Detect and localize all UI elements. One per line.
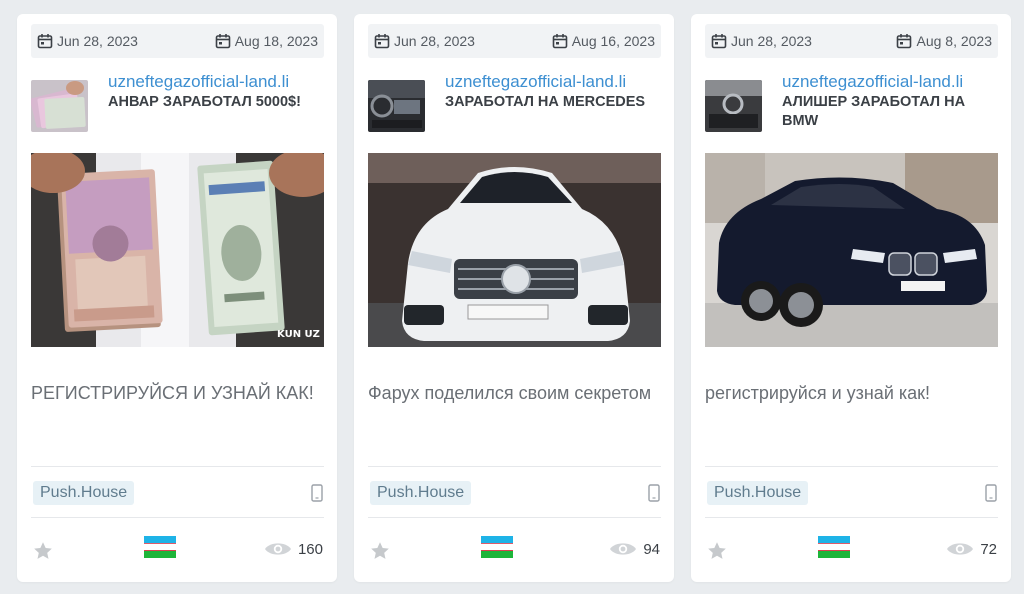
ad-icon-thumbnail [705, 80, 762, 132]
ad-title: АНВАР ЗАРАБОТАЛ 5000$! [108, 94, 301, 110]
divider [368, 466, 661, 467]
eye-icon [947, 543, 974, 555]
views-count: 72 [980, 540, 997, 558]
start-date-text: Jun 28, 2023 [57, 33, 138, 49]
ad-card[interactable]: Jun 28, 2023 Aug 16, 2023 uzneftegazoffi… [354, 14, 674, 582]
calendar-icon [552, 34, 568, 49]
ad-description: регистрируйся и узнай как! [705, 383, 931, 403]
start-date: Jun 28, 2023 [711, 33, 812, 49]
money-image: KUN UZ [31, 153, 324, 347]
calendar-icon [215, 34, 231, 49]
network-badge[interactable]: Push.House [370, 481, 472, 505]
uzbekistan-flag-icon [481, 536, 513, 558]
end-date-text: Aug 18, 2023 [234, 33, 318, 49]
divider [31, 517, 324, 518]
ad-card[interactable]: Jun 28, 2023 Aug 8, 2023 uzneftegazoffic… [691, 14, 1011, 582]
start-date-text: Jun 28, 2023 [731, 33, 812, 49]
end-date: Aug 8, 2023 [896, 33, 992, 49]
ad-description: РЕГИСТРИРУЙСЯ И УЗНАЙ КАК! [31, 383, 314, 403]
ad-domain[interactable]: uzneftegazofficial-land.li [445, 72, 667, 92]
ad-domain[interactable]: uzneftegazofficial-land.li [782, 72, 1004, 92]
mobile-device-icon [985, 484, 997, 502]
star-icon[interactable] [706, 540, 728, 562]
calendar-icon [711, 34, 727, 49]
bmw-image [705, 153, 998, 347]
ad-icon-thumbnail [368, 80, 425, 132]
network-badge[interactable]: Push.House [33, 481, 135, 505]
watermark-text: KUN UZ [277, 329, 320, 340]
views-counter: 94 [609, 540, 660, 558]
views-count: 94 [643, 540, 660, 558]
ad-card[interactable]: Jun 28, 2023 Aug 18, 2023 uzneftegazoffi… [17, 14, 337, 582]
ad-title: ЗАРАБОТАЛ НА MERCEDES [445, 94, 646, 110]
ads-grid: Jun 28, 2023 Aug 18, 2023 uzneftegazoffi… [0, 0, 1024, 594]
star-icon[interactable] [32, 540, 54, 562]
date-range: Jun 28, 2023 Aug 16, 2023 [368, 24, 661, 58]
star-icon[interactable] [369, 540, 391, 562]
uzbekistan-flag-icon [818, 536, 850, 558]
end-date-text: Aug 8, 2023 [916, 33, 992, 49]
start-date-text: Jun 28, 2023 [394, 33, 475, 49]
divider [31, 466, 324, 467]
calendar-icon [37, 34, 53, 49]
date-range: Jun 28, 2023 Aug 8, 2023 [705, 24, 998, 58]
date-range: Jun 28, 2023 Aug 18, 2023 [31, 24, 324, 58]
eye-icon [264, 543, 291, 555]
ad-domain[interactable]: uzneftegazofficial-land.li [108, 72, 330, 92]
calendar-icon [897, 34, 912, 49]
ad-description: Фарух поделился своим секретом [368, 383, 652, 403]
network-badge[interactable]: Push.House [707, 481, 809, 505]
uzbekistan-flag-icon [144, 536, 176, 558]
mobile-device-icon [648, 484, 660, 502]
end-date: Aug 16, 2023 [552, 33, 655, 49]
end-date: Aug 18, 2023 [215, 33, 318, 49]
ad-icon-thumbnail [31, 80, 88, 132]
divider [368, 517, 661, 518]
views-count: 160 [297, 540, 323, 558]
end-date-text: Aug 16, 2023 [571, 33, 655, 49]
mercedes-image [368, 153, 661, 347]
divider [705, 466, 998, 467]
start-date: Jun 28, 2023 [37, 33, 138, 49]
ad-title: АЛИШЕР ЗАРАБОТАЛ НА BMW [782, 94, 966, 129]
start-date: Jun 28, 2023 [374, 33, 475, 49]
mobile-device-icon [311, 484, 323, 502]
views-counter: 160 [264, 540, 323, 558]
eye-icon [610, 543, 637, 555]
divider [705, 517, 998, 518]
calendar-icon [374, 34, 390, 49]
views-counter: 72 [946, 540, 997, 558]
